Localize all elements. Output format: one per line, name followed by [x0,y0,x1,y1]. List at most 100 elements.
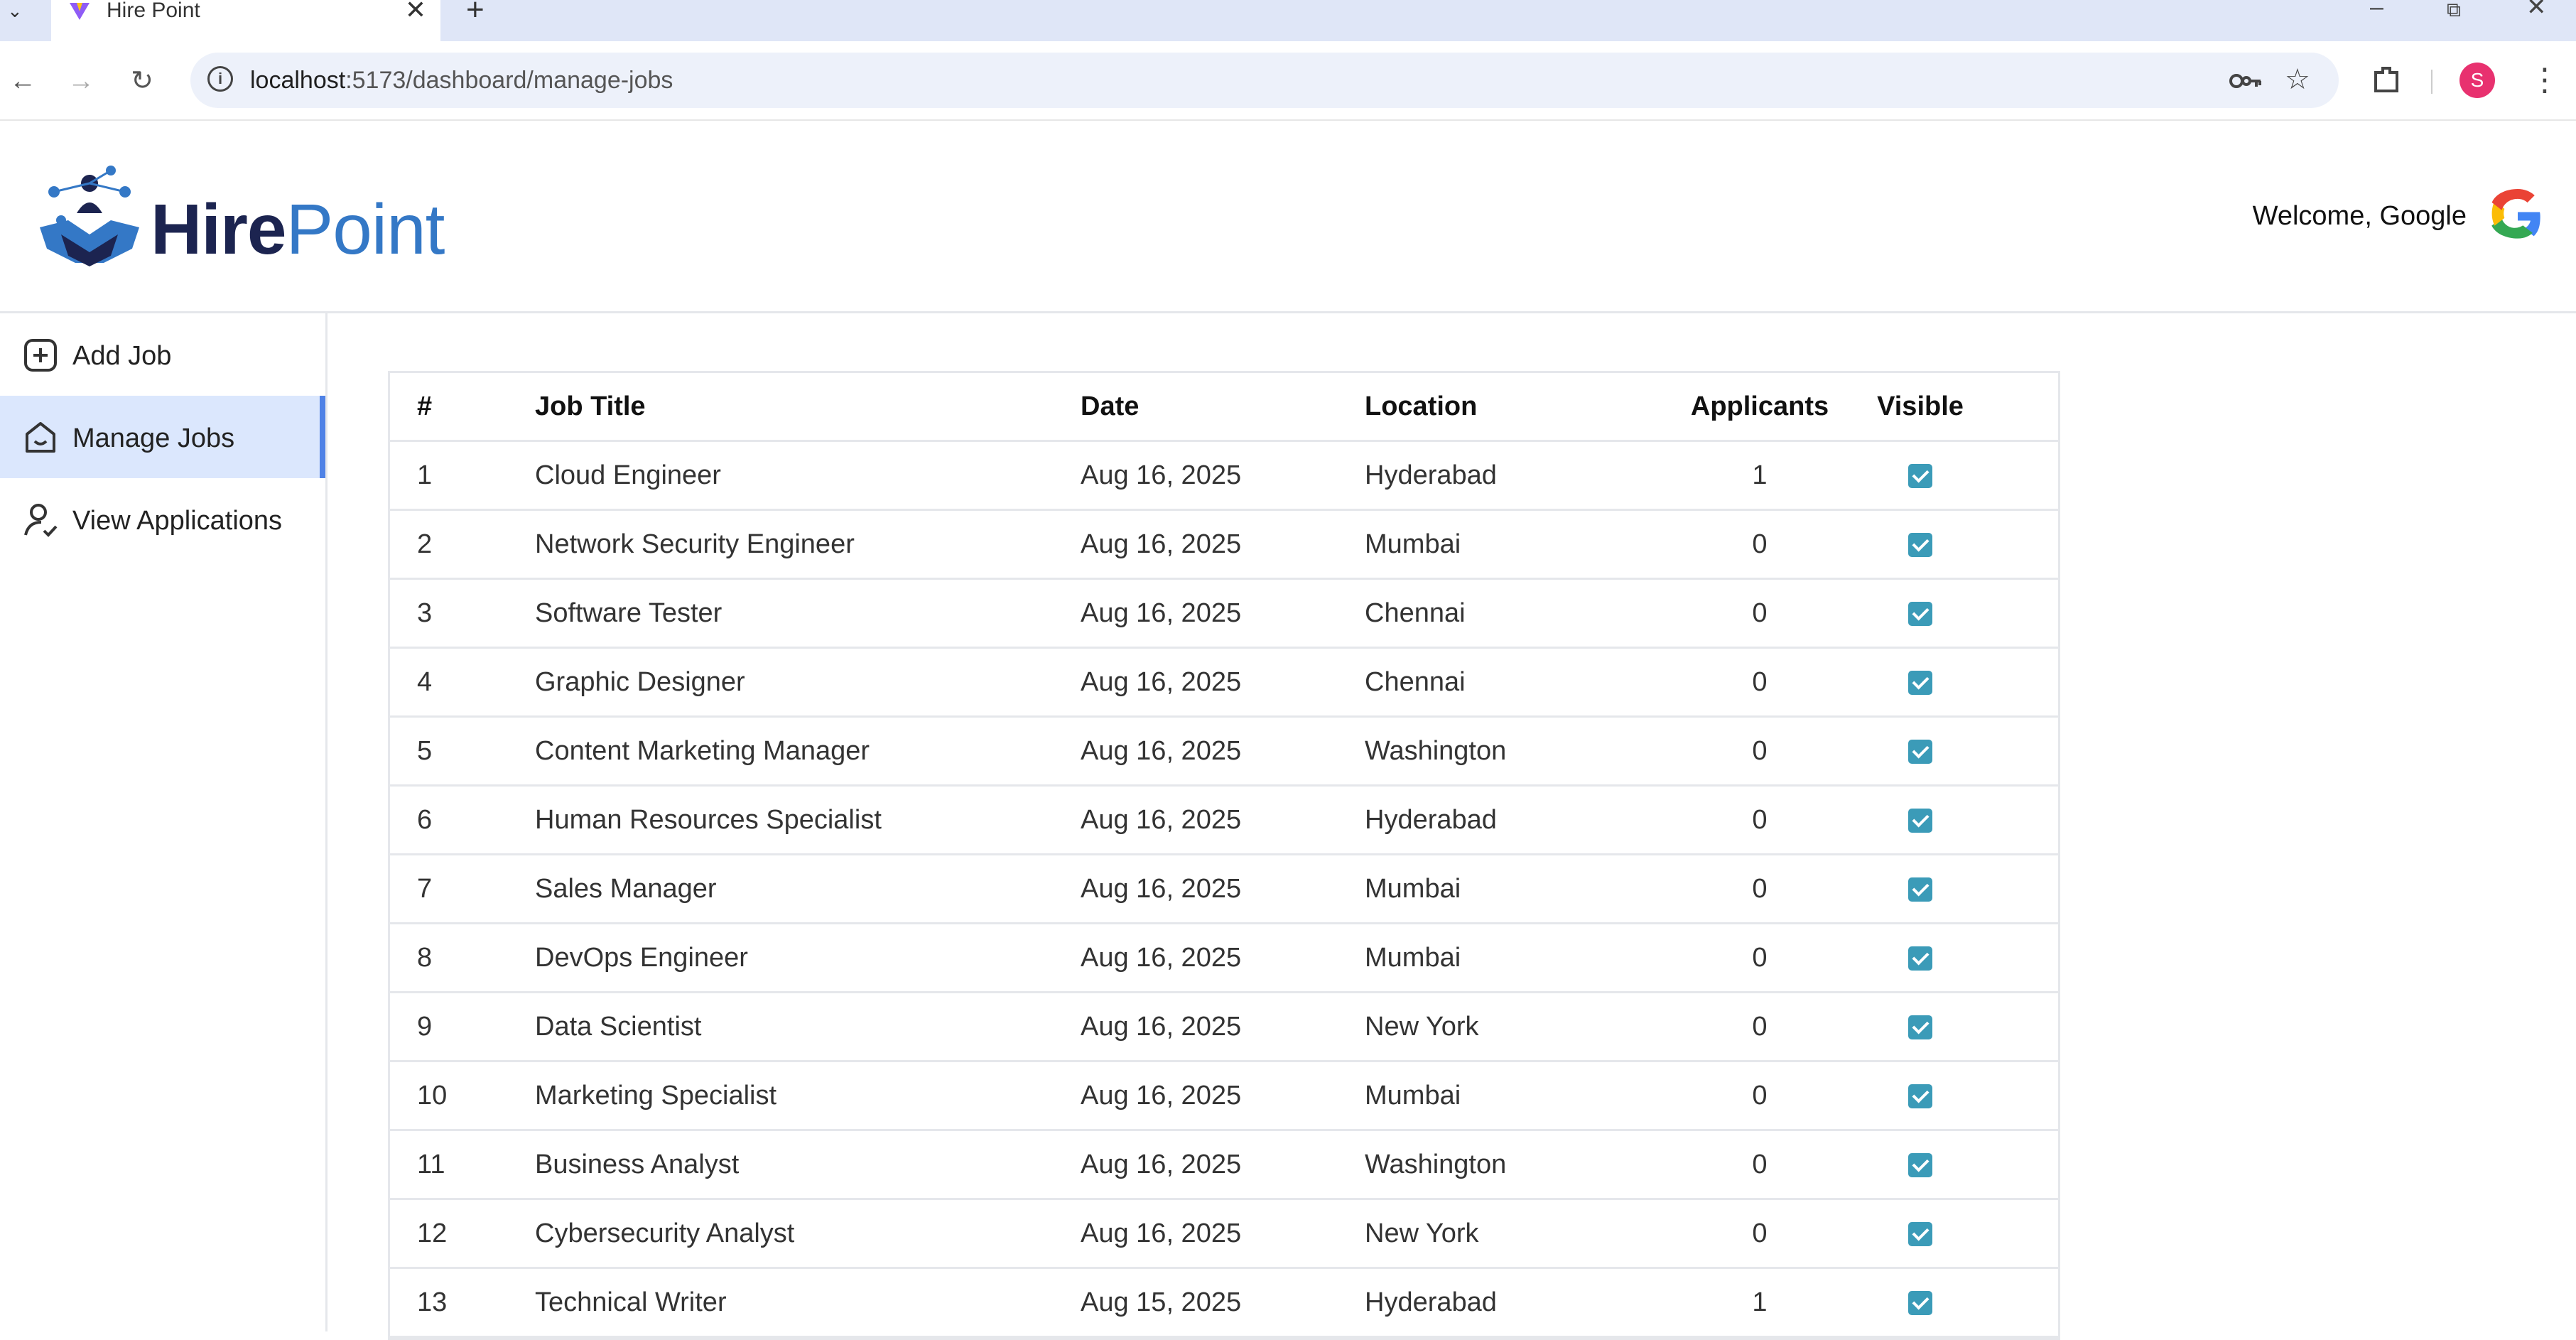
job-title: Cybersecurity Analyst [535,1199,1081,1269]
job-date: Aug 16, 2025 [1081,992,1365,1062]
sidebar-item-label: Add Job [72,341,172,371]
visible-checkbox[interactable] [1908,1291,1932,1316]
table-row: 9 Data Scientist Aug 16, 2025 New York 0 [390,992,2058,1062]
tab-search-chevron-icon[interactable]: ⌄ [7,0,36,21]
job-date: Aug 16, 2025 [1081,1061,1365,1131]
row-number: 1 [390,441,535,511]
table-row: 10 Marketing Specialist Aug 16, 2025 Mumbai… [390,1061,2058,1131]
job-date: Aug 16, 2025 [1081,509,1365,580]
tab-close-icon[interactable]: ✕ [405,0,426,24]
row-number: 12 [390,1199,535,1269]
bookmark-star-icon[interactable]: ☆ [2285,65,2310,94]
column-header-applicants: Applicants [1652,373,1868,442]
profile-avatar[interactable]: S [2459,63,2495,98]
plus-square-icon [24,339,57,372]
job-title: DevOps Engineer [535,923,1081,993]
job-date: Aug 16, 2025 [1081,716,1365,787]
hirepoint-logo-text[interactable]: HirePoint [151,190,445,269]
row-number: 13 [390,1268,535,1338]
job-title: Sales Manager [535,854,1081,924]
sidebar-item-view-applications[interactable]: View Applications [0,478,325,561]
job-applicants: 0 [1652,1061,1868,1131]
manage-jobs-table: # Job Title Date Location Applicants Vis… [388,371,2060,1340]
job-applicants: 0 [1652,923,1868,993]
job-location: Hyderabad [1365,1268,1652,1338]
job-applicants: 1 [1652,441,1868,511]
table-row: 3 Software Tester Aug 16, 2025 Chennai 0 [390,578,2058,649]
table-row: 4 Graphic Designer Aug 16, 2025 Chennai 0 [390,647,2058,718]
url-text[interactable]: localhost:5173/dashboard/manage-jobs [250,67,673,94]
visible-checkbox[interactable] [1908,464,1932,489]
job-location: Washington [1365,1130,1652,1200]
job-location: Mumbai [1365,509,1652,580]
visible-checkbox[interactable] [1908,877,1932,902]
job-date: Aug 16, 2025 [1081,578,1365,649]
visible-checkbox[interactable] [1908,740,1932,764]
sidebar-item-label: View Applications [72,506,283,536]
visible-checkbox[interactable] [1908,809,1932,833]
job-title: Network Security Engineer [535,509,1081,580]
browser-toolbar: ← → ↻ i localhost:5173/dashboard/manage-… [0,41,2576,121]
extensions-puzzle-icon[interactable] [2370,63,2404,97]
job-date: Aug 16, 2025 [1081,1130,1365,1200]
job-applicants: 0 [1652,1130,1868,1200]
forward-arrow-icon[interactable]: → [61,61,101,101]
visible-checkbox[interactable] [1908,602,1932,627]
minimize-icon[interactable]: – [2370,0,2383,21]
password-key-icon[interactable] [2228,68,2262,94]
job-date: Aug 16, 2025 [1081,785,1365,855]
job-location: Chennai [1365,647,1652,718]
browser-tabstrip: ⌄ Hire Point ✕ + – ⧉ ✕ [0,0,2576,41]
job-title: Human Resources Specialist [535,785,1081,855]
visible-checkbox[interactable] [1908,1015,1932,1040]
table-row: 5 Content Marketing Manager Aug 16, 2025 Wa… [390,716,2058,787]
row-number: 9 [390,992,535,1062]
table-row: 7 Sales Manager Aug 16, 2025 Mumbai 0 [390,854,2058,924]
new-tab-button[interactable]: + [466,0,485,26]
visible-checkbox[interactable] [1908,1222,1932,1247]
sidebar-item-add-job[interactable]: Add Job [0,313,325,396]
logo-word-hire: Hire [151,190,287,269]
table-row: 1 Cloud Engineer Aug 16, 2025 Hyderabad 1 [390,441,2058,511]
row-number: 2 [390,509,535,580]
job-title: Technical Writer [535,1268,1081,1338]
app-header: HirePoint Welcome, Google [0,121,2576,313]
job-applicants: 0 [1652,854,1868,924]
visible-checkbox[interactable] [1908,1153,1932,1178]
more-menu-icon[interactable]: ⋮ [2529,63,2560,98]
url-path: :5173/dashboard/manage-jobs [345,67,673,94]
visible-checkbox[interactable] [1908,946,1932,971]
table-row: 13 Technical Writer Aug 15, 2025 Hyderabad 1 [390,1268,2058,1338]
google-avatar-icon[interactable] [2491,189,2545,243]
visible-checkbox[interactable] [1908,1084,1932,1109]
job-title: Marketing Specialist [535,1061,1081,1131]
sidebar: Add Job Manage Jobs View Applications [0,313,328,1331]
restore-icon[interactable]: ⧉ [2447,0,2461,24]
job-applicants: 1 [1652,1268,1868,1338]
site-info-icon[interactable]: i [207,66,233,92]
browser-tab-active[interactable]: Hire Point ✕ [51,0,440,41]
back-arrow-icon[interactable]: ← [3,61,43,101]
job-date: Aug 16, 2025 [1081,441,1365,511]
address-bar[interactable]: i localhost:5173/dashboard/manage-jobs ☆ [190,53,2339,108]
job-title: Graphic Designer [535,647,1081,718]
hirepoint-logo-icon[interactable] [33,163,146,277]
job-location: Mumbai [1365,923,1652,993]
sidebar-item-manage-jobs[interactable]: Manage Jobs [0,396,325,478]
table-header-row: # Job Title Date Location Applicants Vis… [390,373,2058,442]
job-location: Mumbai [1365,1061,1652,1131]
row-number: 4 [390,647,535,718]
job-location: Hyderabad [1365,785,1652,855]
table-row: 11 Business Analyst Aug 16, 2025 Washington… [390,1130,2058,1200]
job-date: Aug 16, 2025 [1081,854,1365,924]
row-number: 10 [390,1061,535,1131]
job-applicants: 0 [1652,716,1868,787]
reload-icon[interactable]: ↻ [122,61,162,101]
job-title: Software Tester [535,578,1081,649]
window-close-icon[interactable]: ✕ [2526,0,2547,21]
table-row: 8 DevOps Engineer Aug 16, 2025 Mumbai 0 [390,923,2058,993]
visible-checkbox[interactable] [1908,671,1932,696]
job-title: Business Analyst [535,1130,1081,1200]
job-title: Data Scientist [535,992,1081,1062]
visible-checkbox[interactable] [1908,533,1932,558]
